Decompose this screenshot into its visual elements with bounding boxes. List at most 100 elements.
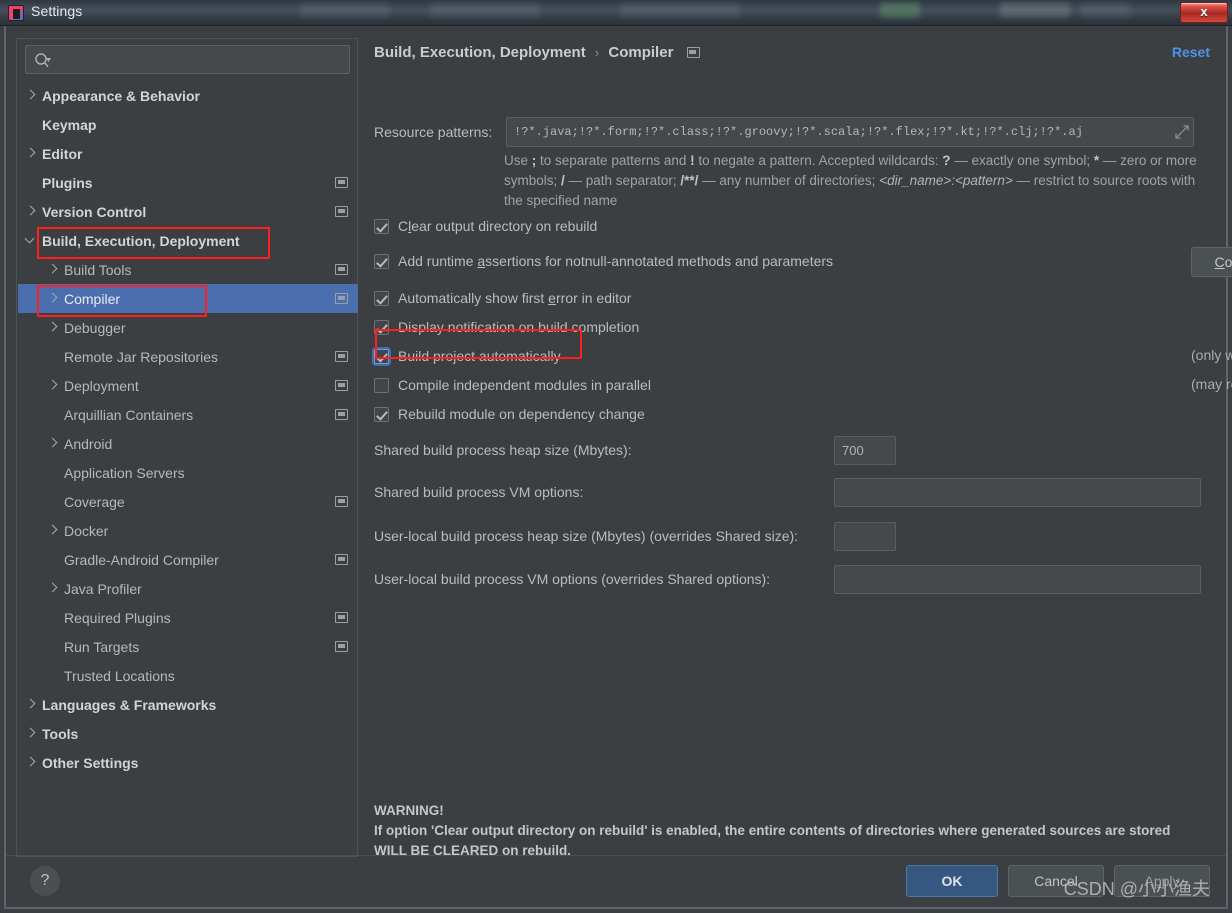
checkbox-checked-icon[interactable] [374,406,389,422]
search-icon [35,53,51,68]
checkbox-label: Display notification on build completion [398,319,640,335]
sidebar-item-android[interactable]: Android [18,429,358,458]
chevron-right-icon[interactable] [46,524,59,537]
settings-sidebar: Appearance & Behavior Keymap Editor Plugins… [16,38,358,857]
checkbox-rebuild-module-on-dependency-change[interactable]: Rebuild module on dependency change [374,406,645,422]
sidebar-item-version-control[interactable]: Version Control [18,197,358,226]
sidebar-item-appearance-behavior[interactable]: Appearance & Behavior [18,81,358,110]
reset-link[interactable]: Reset [1172,44,1210,60]
field-input-2[interactable] [834,522,896,551]
checkbox-label: Build project automatically [398,348,561,364]
sidebar-item-java-profiler[interactable]: Java Profiler [18,574,358,603]
search-box[interactable] [25,45,350,74]
checkbox-label: Add runtime assertions for notnull-annot… [398,253,834,269]
project-settings-badge-icon [335,351,348,362]
field-label-1: Shared build process VM options: [374,484,584,500]
chevron-down-icon[interactable] [24,234,37,247]
sidebar-item-build-execution-deployment[interactable]: Build, Execution, Deployment [18,226,358,255]
background-window-ghost [430,2,540,18]
sidebar-item-build-tools[interactable]: Build Tools [18,255,358,284]
sidebar-item-languages-frameworks[interactable]: Languages & Frameworks [18,690,358,719]
sidebar-item-label: Build, Execution, Deployment [42,232,240,249]
sidebar-item-editor[interactable]: Editor [18,139,358,168]
breadcrumb-root[interactable]: Build, Execution, Deployment [374,44,586,61]
resource-patterns-label: Resource patterns: [374,124,493,140]
help-button[interactable]: ? [30,866,60,896]
ok-button[interactable]: OK [906,865,998,897]
settings-dialog-window: Settings x Appearance & Behavior Keymap Ed… [0,0,1232,913]
project-settings-badge-icon [335,206,348,217]
project-settings-badge-icon [335,641,348,652]
warning-title: WARNING! [374,803,444,818]
close-window-button[interactable]: x [1180,2,1228,23]
chevron-right-icon[interactable] [24,205,37,218]
chevron-right-icon[interactable] [46,263,59,276]
checkbox-checked-icon[interactable] [374,253,389,269]
sidebar-item-compiler[interactable]: Compiler [18,284,358,313]
checkbox-build-project-automatically[interactable]: Build project automatically [374,348,561,364]
chevron-right-icon[interactable] [24,727,37,740]
apply-button[interactable]: Apply [1114,865,1210,897]
sidebar-item-keymap[interactable]: Keymap [18,110,358,139]
field-label-2: User-local build process heap size (Mbyt… [374,528,799,544]
sidebar-item-docker[interactable]: Docker [18,516,358,545]
breadcrumb: Build, Execution, Deployment › Compiler [374,44,700,61]
checkbox-display-notification-on-build-completion[interactable]: Display notification on build completion [374,319,639,335]
chevron-right-icon[interactable] [24,698,37,711]
sidebar-item-debugger[interactable]: Debugger [18,313,358,342]
checkbox-clear-output-directory-on-rebuild[interactable]: Clear output directory on rebuild [374,218,597,234]
sidebar-item-label: Coverage [64,493,125,510]
chevron-right-icon[interactable] [46,292,59,305]
checkbox-automatically-show-first-error-in-editor[interactable]: Automatically show first error in editor [374,290,631,306]
field-input-0[interactable] [834,436,896,465]
configure-annotations-button[interactable]: Configure annotations… [1191,247,1232,277]
field-input-1[interactable] [834,478,1201,507]
sidebar-item-label: Android [64,435,113,452]
cancel-button[interactable]: Cancel [1008,865,1104,897]
chevron-right-icon[interactable] [24,89,37,102]
resource-patterns-input[interactable] [506,117,1194,147]
checkbox-checked-icon[interactable] [374,319,389,335]
build-auto-hint: (only works while not running / debuggin… [1191,347,1232,363]
sidebar-item-remote-jar-repositories[interactable]: Remote Jar Repositories [18,342,358,371]
checkbox-checked-icon[interactable] [374,348,389,364]
sidebar-item-tools[interactable]: Tools [18,719,358,748]
background-window-ghost [620,2,740,18]
title-bar: Settings x [0,0,1232,26]
sidebar-item-label: Keymap [42,116,97,133]
chevron-right-icon[interactable] [46,321,59,334]
chevron-right-icon[interactable] [24,147,37,160]
checkbox-compile-independent-modules-in-parallel[interactable]: Compile independent modules in parallel [374,377,651,393]
sidebar-item-application-servers[interactable]: Application Servers [18,458,358,487]
sidebar-item-gradle-android-compiler[interactable]: Gradle-Android Compiler [18,545,358,574]
checkbox-checked-icon[interactable] [374,290,389,306]
checkbox-checked-icon[interactable] [374,218,389,234]
sidebar-item-label: Trusted Locations [64,667,175,684]
settings-tree[interactable]: Appearance & Behavior Keymap Editor Plugins… [18,81,358,856]
sidebar-item-deployment[interactable]: Deployment [18,371,358,400]
sidebar-item-run-targets[interactable]: Run Targets [18,632,358,661]
sidebar-item-coverage[interactable]: Coverage [18,487,358,516]
sidebar-item-other-settings[interactable]: Other Settings [18,748,358,777]
search-input[interactable] [58,46,343,73]
expand-field-icon[interactable] [1174,124,1190,140]
chevron-right-icon[interactable] [46,582,59,595]
sidebar-item-plugins[interactable]: Plugins [18,168,358,197]
sidebar-item-label: Plugins [42,174,93,191]
field-input-3[interactable] [834,565,1201,594]
chevron-right-icon[interactable] [24,756,37,769]
parallel-modules-hint: (may require larger heap size) [1191,376,1232,392]
sidebar-item-required-plugins[interactable]: Required Plugins [18,603,358,632]
project-settings-badge-icon [335,177,348,188]
checkbox-label: Rebuild module on dependency change [398,406,645,422]
chevron-right-icon[interactable] [46,437,59,450]
intellij-logo-icon [8,5,24,21]
chevron-right-icon[interactable] [46,379,59,392]
sidebar-item-arquillian-containers[interactable]: Arquillian Containers [18,400,358,429]
checkbox-unchecked-icon[interactable] [374,377,389,393]
sidebar-item-trusted-locations[interactable]: Trusted Locations [18,661,358,690]
checkbox-add-runtime-assertions-for-notnull-annotated-m[interactable]: Add runtime assertions for notnull-annot… [374,253,833,269]
